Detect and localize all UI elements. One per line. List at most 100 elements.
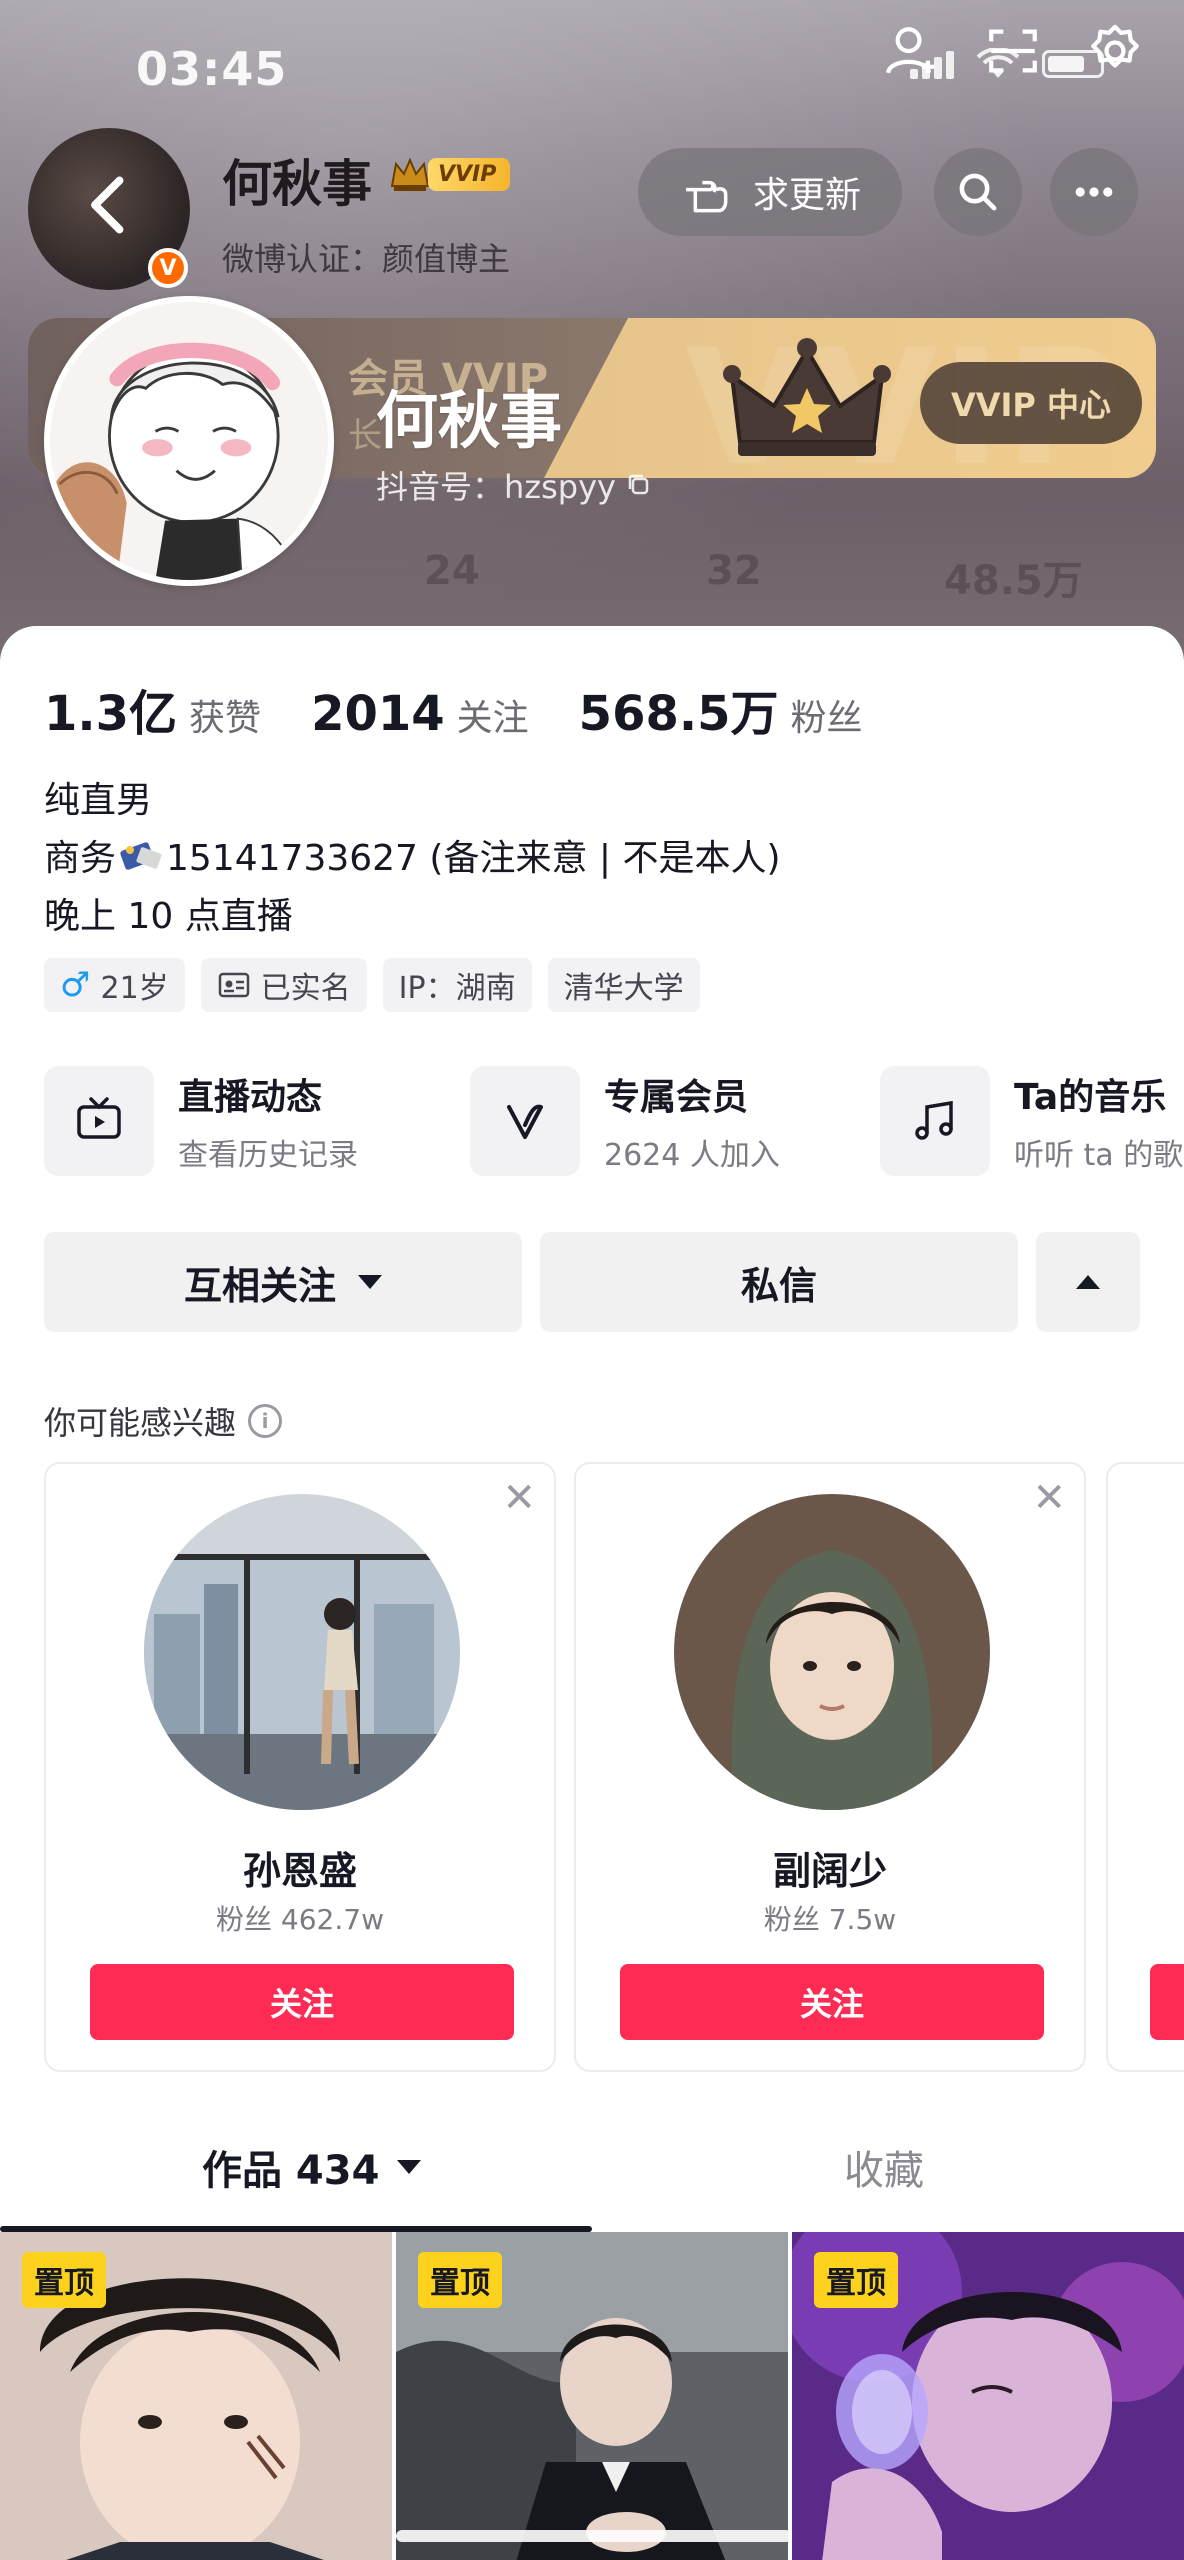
copy-icon[interactable] [626, 472, 652, 498]
tab-works[interactable]: 作品 434 [202, 2138, 422, 2196]
likes-count: 1.3亿 [44, 686, 178, 742]
follow-button[interactable]: 关注 [620, 1964, 1044, 2040]
feature-subtitle: 听听 ta 的歌 [1014, 1138, 1184, 1173]
stats-row: 1.3亿 获赞 2014 关注 568.5万 粉丝 [44, 674, 913, 744]
pointing-hand-icon [685, 180, 728, 213]
feature-title: Ta的音乐 [1014, 1077, 1167, 1118]
add-friend-icon[interactable] [882, 22, 940, 80]
age-text: 21岁 [100, 971, 169, 1006]
back-arrow-icon[interactable] [74, 170, 144, 240]
music-feature[interactable]: Ta的音乐 听听 ta 的歌 [880, 1066, 1183, 1176]
verified-text: 已实名 [260, 971, 351, 1006]
verified-tag: 已实名 [200, 958, 367, 1012]
followers-stat[interactable]: 568.5万 粉丝 [579, 674, 863, 744]
tab-works-label: 作品 434 [202, 2148, 380, 2194]
recommend-card[interactable]: ✕ 孙恩盛 粉丝 462.7w 关注 [44, 1462, 556, 2072]
live-history-feature[interactable]: 直播动态 查看历史记录 [44, 1066, 358, 1176]
recommend-card[interactable]: ✕ 副阔少 粉丝 7.5w 关注 [574, 1462, 1086, 2072]
bio: 纯直男 商务 15141733627 (备注来意 | 不是本人) 晚上 10 点直… [44, 772, 781, 946]
status-time: 03:45 [136, 42, 288, 96]
header-avatar: V [28, 128, 190, 290]
caret-down-icon [397, 2160, 422, 2174]
tab-favorites[interactable]: 收藏 [844, 2138, 924, 2196]
vvip-center-button[interactable]: VVIP 中心 [920, 362, 1142, 444]
request-update-label: 求更新 [752, 175, 861, 216]
request-update-button[interactable]: 求更新 [638, 148, 902, 236]
pinned-badge: 置顶 [418, 2252, 502, 2308]
follow-button[interactable]: 关注 [90, 1964, 514, 2040]
video-thumbnail[interactable]: 置顶 [792, 2232, 1184, 2560]
feature-row: 直播动态 查看历史记录 专属会员 2624 人加入 Ta的音乐 听听 ta 的歌 [44, 1066, 1184, 1186]
avatar-illustration [50, 302, 328, 580]
settings-icon[interactable] [1086, 22, 1144, 80]
message-button[interactable]: 私信 [540, 1232, 1018, 1332]
followers-count: 568.5万 [578, 686, 779, 742]
follow-button-peek[interactable] [1150, 1964, 1184, 2040]
recommend-avatar[interactable] [144, 1494, 460, 1810]
profile-content: 1.3亿 获赞 2014 关注 568.5万 粉丝 纯直男 商务 15141733… [0, 626, 1184, 2560]
douyin-id[interactable]: 抖音号：hzspyy [376, 462, 652, 508]
douyin-id-text: 抖音号：hzspyy [376, 468, 616, 506]
following-label: 关注 [456, 698, 529, 739]
info-icon[interactable]: i [248, 1404, 283, 1438]
tv-icon [44, 1066, 154, 1176]
search-button[interactable] [934, 148, 1022, 236]
top-right-icons [882, 22, 1144, 80]
vvip-badge[interactable]: VVIP [388, 152, 538, 196]
caret-up-icon [1076, 1275, 1100, 1289]
profile-tags: ♂ 21岁 已实名 IP：湖南 清华大学 [44, 958, 700, 1012]
followers-label: 粉丝 [790, 698, 863, 739]
recommend-fans: 粉丝 7.5w [763, 1903, 897, 1936]
male-icon: ♂ [60, 965, 91, 1005]
bio-line-3: 晚上 10 点直播 [44, 896, 293, 937]
feature-title: 专属会员 [604, 1077, 749, 1118]
telephone-emoji-icon [120, 842, 162, 870]
tab-favorites-label: 收藏 [844, 2148, 924, 2194]
profile-name: 何秋事 [376, 384, 563, 457]
home-indicator[interactable] [396, 2530, 792, 2542]
mutual-follow-label: 互相关注 [183, 1263, 336, 1308]
recommend-avatar[interactable] [674, 1494, 990, 1810]
close-icon[interactable]: ✕ [502, 1478, 536, 1518]
more-button[interactable] [1050, 148, 1138, 236]
video-thumbnail[interactable]: 置顶 [0, 2232, 392, 2560]
collapse-button[interactable] [1036, 1232, 1140, 1332]
faded-stat: 32 [706, 548, 762, 594]
recommend-name: 副阔少 [772, 1849, 887, 1893]
big-crown-icon [723, 338, 891, 456]
video-grid: 置顶 置顶 置顶 [0, 2232, 1184, 2560]
caret-down-icon [358, 1275, 382, 1289]
feature-subtitle: 2624 人加入 [604, 1138, 780, 1173]
likes-label: 获赞 [189, 698, 262, 739]
school-text: 清华大学 [563, 971, 684, 1006]
content-tabs: 作品 434 收藏 [0, 2124, 1184, 2234]
ip-text: IP：湖南 [398, 971, 516, 1006]
recommend-title: 你可能感兴趣 [44, 1404, 237, 1442]
following-stat[interactable]: 2014 关注 [311, 686, 529, 742]
more-dots-icon [1075, 187, 1113, 197]
profile-avatar[interactable] [44, 296, 334, 586]
likes-stat[interactable]: 1.3亿 获赞 [44, 674, 261, 744]
id-card-icon [218, 972, 249, 998]
close-icon[interactable]: ✕ [1032, 1478, 1066, 1518]
feature-subtitle: 查看历史记录 [178, 1138, 358, 1173]
mutual-follow-button[interactable]: 互相关注 [44, 1232, 522, 1332]
verified-badge: V [148, 248, 188, 288]
music-icon [880, 1066, 990, 1176]
scan-icon[interactable] [984, 22, 1042, 80]
school-tag[interactable]: 清华大学 [547, 958, 700, 1012]
following-count: 2014 [311, 686, 445, 742]
faded-stat: 24 [424, 548, 480, 594]
recommend-card-peek[interactable] [1106, 1462, 1184, 2072]
pinned-badge: 置顶 [22, 2252, 106, 2308]
video-thumbnail[interactable]: 置顶 [396, 2232, 788, 2560]
faded-stat: 48.5万 [944, 558, 1083, 604]
bio-line-2: 商务 15141733627 (备注来意 | 不是本人) [44, 830, 781, 888]
recommend-name: 孙恩盛 [242, 1849, 357, 1893]
bio-business-label: 商务 [44, 838, 117, 879]
gender-age-tag: ♂ 21岁 [44, 958, 185, 1012]
bio-line-1: 纯直男 [44, 780, 153, 821]
recommend-fans: 粉丝 462.7w [216, 1903, 384, 1936]
membership-feature[interactable]: 专属会员 2624 人加入 [470, 1066, 780, 1176]
ip-tag: IP：湖南 [382, 958, 532, 1012]
